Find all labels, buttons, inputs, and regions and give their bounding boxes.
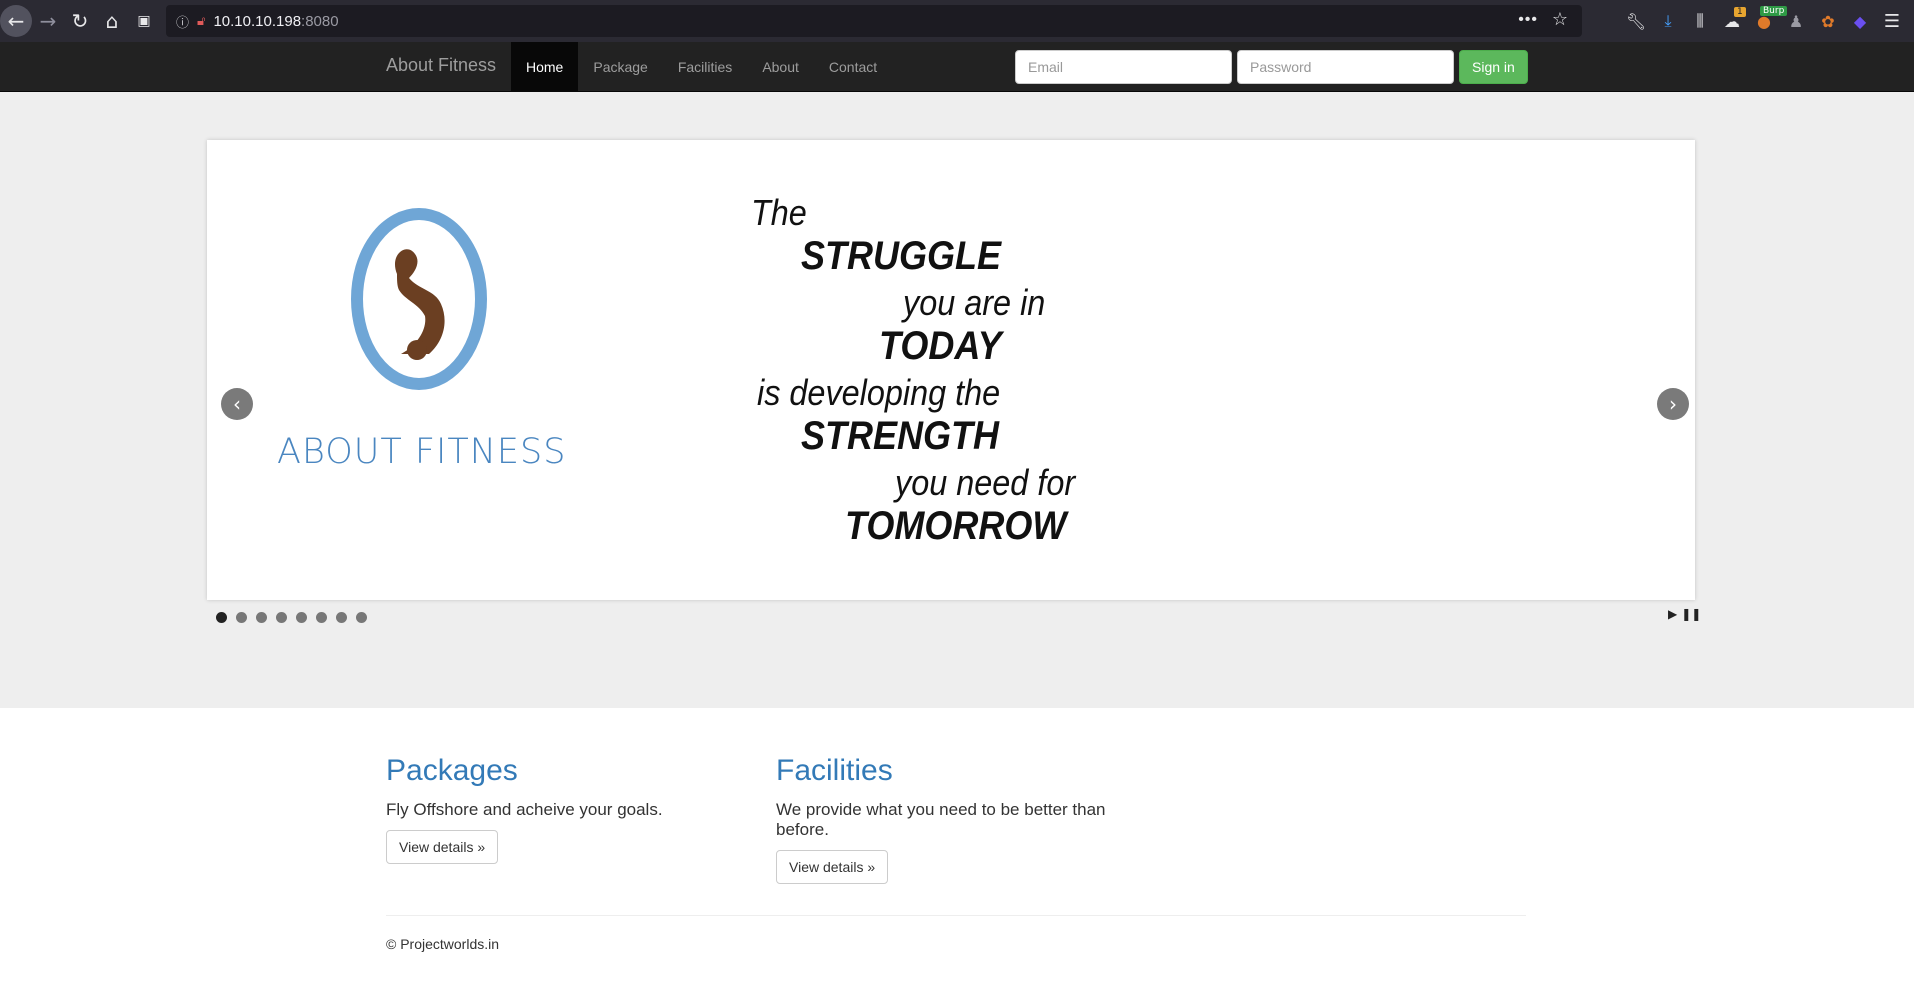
carousel-indicator-dot[interactable] bbox=[256, 612, 267, 623]
download-icon[interactable]: ⤓ bbox=[1652, 5, 1684, 37]
packages-text: Fly Offshore and acheive your goals. bbox=[386, 800, 663, 819]
extension-toolbar: 🔧︎ ⤓ ⫼ ☁ 1 ● Burp ♟ ✿ ◆ bbox=[1620, 0, 1876, 42]
signin-form: Sign in bbox=[1015, 50, 1528, 84]
carousel-next-icon[interactable]: › bbox=[1657, 388, 1689, 420]
packages-view-details-button[interactable]: View details » bbox=[386, 830, 499, 864]
carousel-slide: ABOUT FITNESS The STRUGGLE you are in TO… bbox=[207, 140, 1695, 600]
quote-line: STRENGTH bbox=[801, 414, 999, 458]
notification-badge: 1 bbox=[1734, 7, 1746, 17]
nav-link-package[interactable]: Package bbox=[578, 42, 662, 92]
home-icon[interactable]: ⌂ bbox=[96, 5, 128, 37]
extension-icon[interactable]: ♟ bbox=[1780, 5, 1812, 37]
quote-line: TODAY bbox=[879, 324, 1002, 368]
back-icon[interactable]: ← bbox=[0, 5, 32, 37]
wrench-icon[interactable]: 🔧︎ bbox=[1620, 5, 1652, 37]
password-field[interactable] bbox=[1237, 50, 1454, 84]
signin-button[interactable]: Sign in bbox=[1459, 50, 1528, 84]
site-navbar: About Fitness Home Package Facilities Ab… bbox=[0, 42, 1914, 92]
packages-heading: Packages bbox=[386, 754, 518, 787]
facilities-text: We provide what you need to be better th… bbox=[776, 800, 1106, 839]
quote-line: is developing the bbox=[757, 372, 1001, 413]
url-bar[interactable]: ⓘ 🔓︎ 10.10.10.198:8080 ••• ☆ bbox=[166, 5, 1582, 37]
facilities-heading: Facilities bbox=[776, 754, 893, 787]
footer-divider bbox=[386, 915, 1526, 916]
nav-link-contact[interactable]: Contact bbox=[814, 42, 892, 92]
play-icon[interactable]: ▶ bbox=[1668, 607, 1677, 621]
carousel-indicator-dot[interactable] bbox=[216, 612, 227, 623]
pause-icon[interactable]: ❚❚ bbox=[1681, 607, 1701, 621]
navbar-brand[interactable]: About Fitness bbox=[386, 55, 496, 76]
quote-line: The bbox=[751, 192, 807, 233]
url-port: :8080 bbox=[301, 12, 339, 30]
footer-copyright: © Projectworlds.in bbox=[386, 936, 500, 952]
carousel-indicator-dot[interactable] bbox=[236, 612, 247, 623]
quote-line: you need for bbox=[895, 462, 1076, 503]
url-host: 10.10.10.198 bbox=[213, 12, 302, 30]
facilities-view-details-button[interactable]: View details » bbox=[776, 850, 889, 884]
carousel-indicator-dot[interactable] bbox=[316, 612, 327, 623]
forward-icon[interactable]: → bbox=[32, 5, 64, 37]
library-icon[interactable]: ⫼ bbox=[1684, 5, 1716, 37]
carousel-indicator-dot[interactable] bbox=[296, 612, 307, 623]
carousel-indicator-dot[interactable] bbox=[276, 612, 287, 623]
carousel-controls: ▶ ❚❚ bbox=[1668, 607, 1705, 621]
fitness-logo-icon bbox=[351, 208, 487, 390]
browser-toolbar: ← → ↻ ⌂ ▣ ⓘ 🔓︎ 10.10.10.198:8080 ••• ☆ 🔧… bbox=[0, 0, 1914, 42]
insecure-lock-icon[interactable]: 🔓︎ bbox=[197, 14, 205, 29]
packages-column: Packages Fly Offshore and acheive your g… bbox=[386, 754, 746, 864]
more-icon[interactable]: ••• bbox=[1518, 11, 1538, 29]
nav-link-facilities[interactable]: Facilities bbox=[663, 42, 747, 92]
logo-text: ABOUT FITNESS bbox=[277, 432, 567, 472]
hamburger-menu-icon[interactable]: ☰ bbox=[1876, 5, 1908, 37]
jumbotron: ABOUT FITNESS The STRUGGLE you are in TO… bbox=[0, 92, 1914, 708]
extension-icon[interactable]: ☁ 1 bbox=[1716, 5, 1748, 37]
nav-link-about[interactable]: About bbox=[747, 42, 814, 92]
nav-link-home[interactable]: Home bbox=[511, 42, 579, 92]
carousel-indicators bbox=[216, 612, 376, 623]
burp-icon[interactable]: ● Burp bbox=[1748, 5, 1788, 37]
extension-icon[interactable]: ✿ bbox=[1812, 5, 1844, 37]
carousel-indicator-dot[interactable] bbox=[356, 612, 367, 623]
quote-line: TOMORROW bbox=[845, 504, 1067, 548]
info-icon[interactable]: ⓘ bbox=[176, 12, 189, 31]
extension-icon[interactable]: ◆ bbox=[1844, 5, 1876, 37]
reload-icon[interactable]: ↻ bbox=[64, 5, 96, 37]
carousel-indicator-dot[interactable] bbox=[336, 612, 347, 623]
carousel-prev-icon[interactable]: ‹ bbox=[221, 388, 253, 420]
reader-icon[interactable]: ▣ bbox=[128, 5, 160, 37]
nav-links: Home Package Facilities About Contact bbox=[511, 42, 892, 92]
quote-line: STRUGGLE bbox=[801, 234, 1002, 278]
bookmark-star-icon[interactable]: ☆ bbox=[1552, 9, 1568, 30]
facilities-column: Facilities We provide what you need to b… bbox=[776, 754, 1136, 884]
quote-line: you are in bbox=[903, 282, 1046, 323]
email-field[interactable] bbox=[1015, 50, 1232, 84]
